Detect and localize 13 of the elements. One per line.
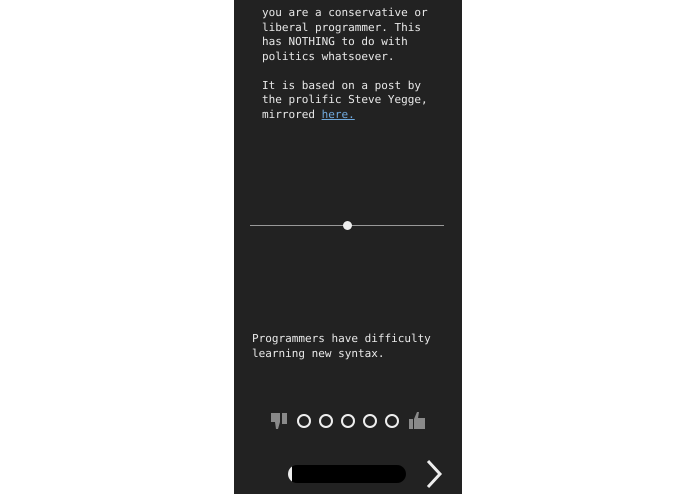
intro-paragraph: you are a conservative or liberal programmer. This has NOTHING to do with politics whatsoever. [262,6,429,64]
source-link[interactable]: here. [322,108,355,120]
thumbs-up-icon[interactable] [407,411,427,431]
rating-option[interactable] [319,414,333,428]
rating-option[interactable] [385,414,399,428]
question-text: Programmers have difficulty learning new syntax. [251,332,432,361]
thumbs-down-icon[interactable] [269,411,289,431]
rating-option[interactable] [341,414,355,428]
rating-option[interactable] [297,414,311,428]
slider-thumb[interactable] [342,221,352,230]
next-chevron-icon[interactable] [424,459,444,489]
source-paragraph: It is based on a post by the prolific Steve Yegge, mirrored here. [262,78,429,122]
rating-option[interactable] [363,414,377,428]
